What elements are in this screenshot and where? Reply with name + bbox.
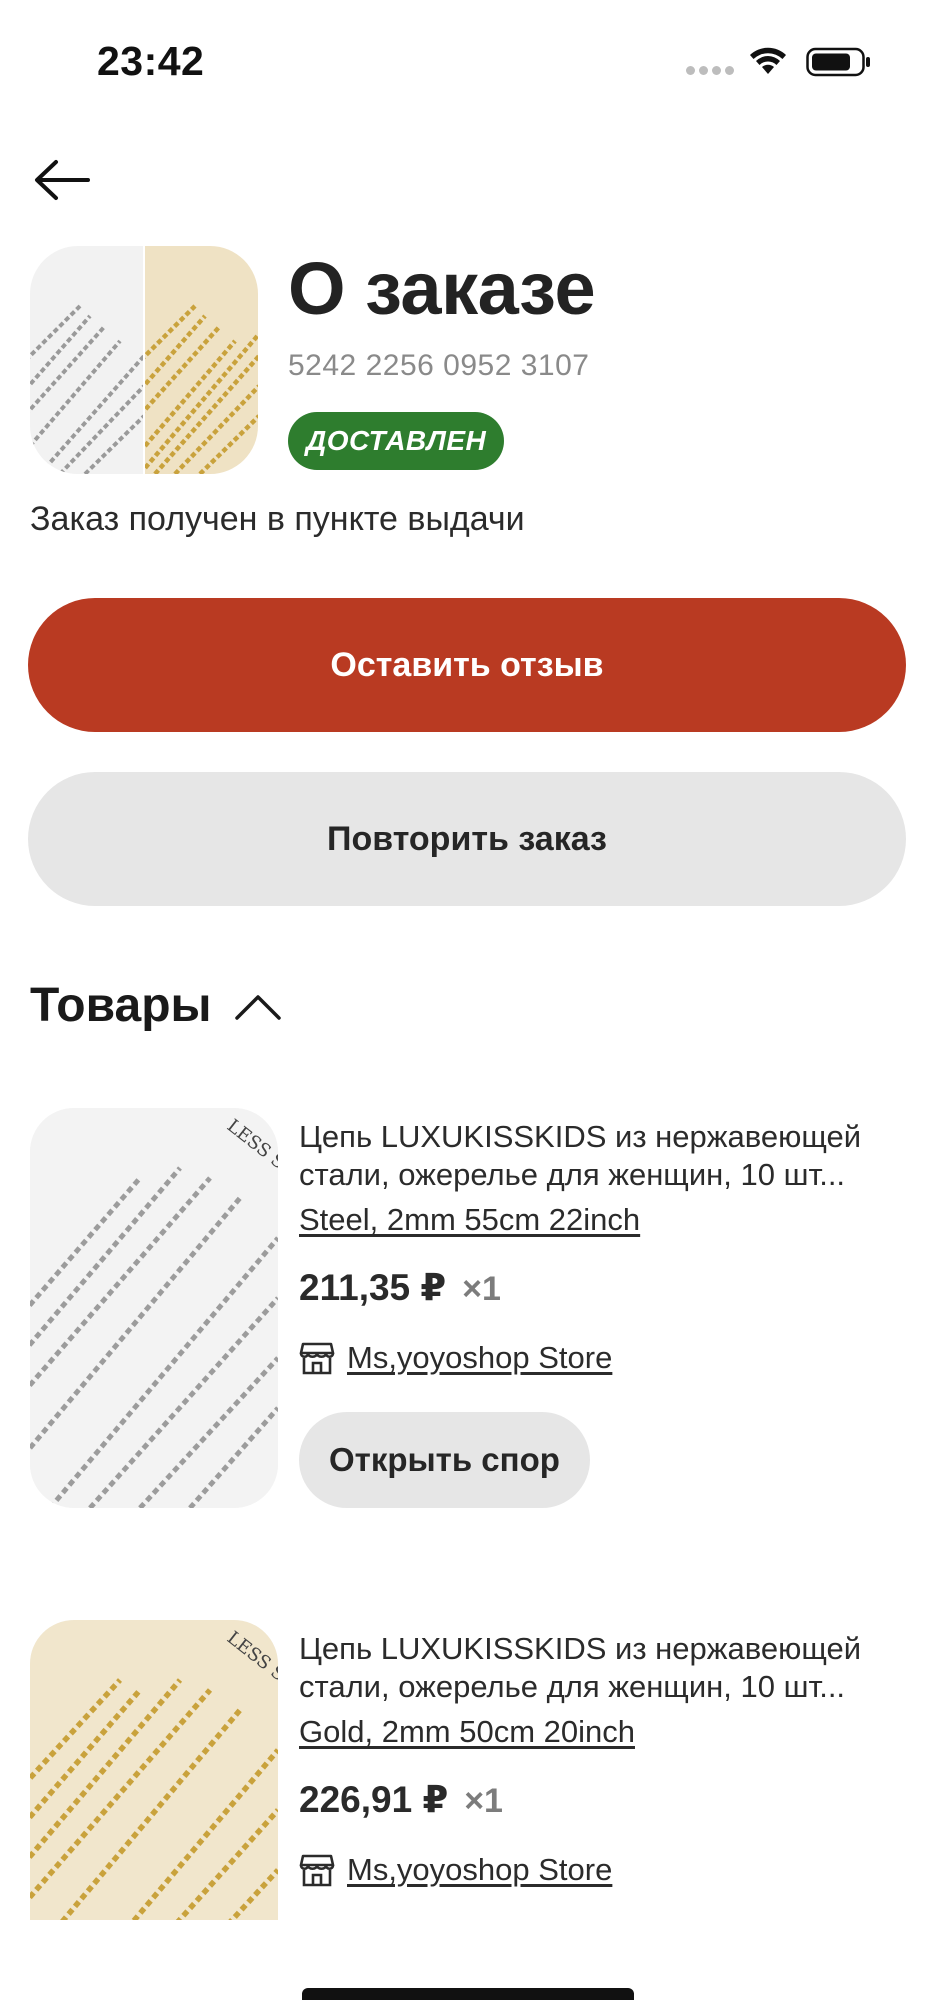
store-icon (299, 1854, 335, 1887)
cellular-signal-icon (686, 66, 736, 76)
product-title[interactable]: Цепь LUXUKISSKIDS из нержавеющей стали, … (299, 1118, 899, 1194)
product-quantity: ×1 (462, 1270, 501, 1308)
product-price: 226,91 ₽ (299, 1779, 449, 1820)
order-details-screen: 23:42 О заказе 5242 2256 0952 3107 ДОСТА… (0, 0, 925, 2000)
store-link[interactable]: Ms,yoyoshop Store (299, 1852, 612, 1888)
price-row: 226,91 ₽ ×1 (299, 1778, 503, 1821)
product-quantity: ×1 (464, 1782, 503, 1820)
product-price: 211,35 ₽ (299, 1267, 447, 1308)
store-name[interactable]: Ms,yoyoshop Store (347, 1852, 612, 1888)
repeat-order-button[interactable]: Повторить заказ (28, 772, 906, 906)
order-number: 5242 2256 0952 3107 (288, 349, 590, 382)
product-title[interactable]: Цепь LUXUKISSKIDS из нержавеющей стали, … (299, 1630, 899, 1706)
store-link[interactable]: Ms,yoyoshop Store (299, 1340, 612, 1376)
battery-icon (806, 47, 870, 77)
product-card[interactable]: LESS STEEL Цепь LUXUKISSKIDS из нержавею… (0, 1620, 925, 1940)
status-badge: ДОСТАВЛЕН (288, 412, 505, 470)
product-variant[interactable]: Gold, 2mm 50cm 20inch (299, 1714, 635, 1750)
open-dispute-button[interactable]: Открыть спор (299, 1412, 590, 1508)
section-title: Товары (30, 979, 212, 1032)
product-image[interactable]: LESS STEEL (30, 1108, 278, 1508)
page-title: О заказе (288, 247, 596, 330)
thumbnail-silver-chain (30, 246, 143, 474)
order-thumbnail (30, 246, 258, 474)
home-indicator (302, 1988, 634, 2000)
product-card[interactable]: LESS STEEL Цепь LUXUKISSKIDS из нержавею… (0, 1108, 925, 1528)
arrow-left-icon (35, 160, 90, 200)
store-name[interactable]: Ms,yoyoshop Store (347, 1340, 612, 1376)
status-bar: 23:42 (0, 0, 925, 120)
products-section-header[interactable]: Товары (30, 978, 282, 1033)
wifi-icon (750, 47, 786, 74)
thumbnail-gold-chain (145, 246, 258, 474)
product-variant[interactable]: Steel, 2mm 55cm 22inch (299, 1202, 640, 1238)
product-image[interactable]: LESS STEEL (30, 1620, 278, 1920)
back-button[interactable] (28, 150, 96, 210)
chevron-up-icon[interactable] (234, 991, 282, 1021)
leave-review-button[interactable]: Оставить отзыв (28, 598, 906, 732)
status-time: 23:42 (97, 38, 205, 84)
store-icon (299, 1342, 335, 1375)
price-row: 211,35 ₽ ×1 (299, 1266, 501, 1309)
delivery-note: Заказ получен в пункте выдачи (30, 500, 525, 538)
